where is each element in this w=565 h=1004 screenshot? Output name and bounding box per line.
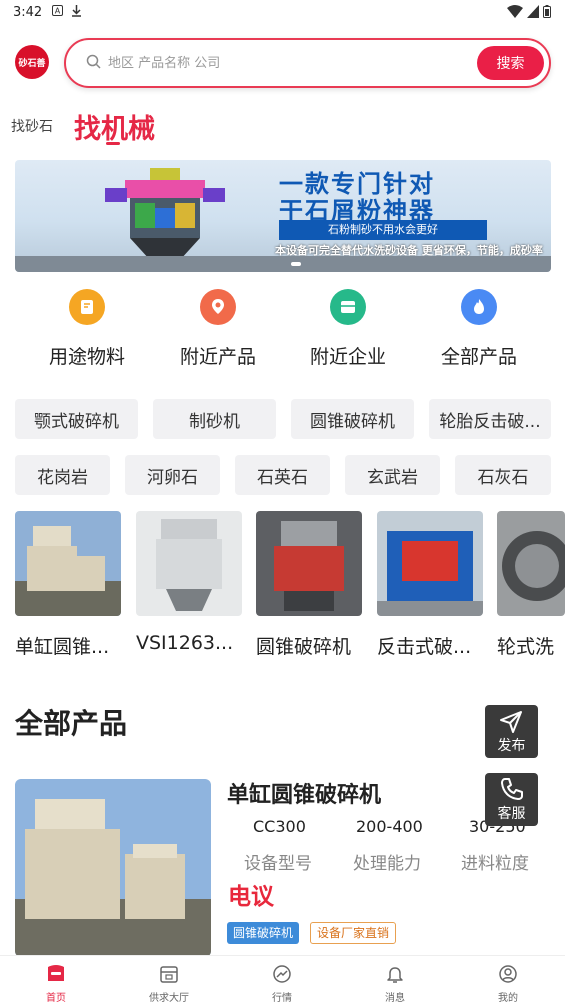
svg-text:A: A [55,7,61,16]
listing-tag-category: 圆锥破碎机 [227,922,300,944]
user-icon [468,963,548,985]
nav-home[interactable]: 首页 [16,963,96,1004]
product-card[interactable]: 圆锥破碎机 [256,511,362,659]
chip-sand-maker[interactable]: 制砂机 [153,399,276,439]
chip-limestone[interactable]: 石灰石 [455,455,551,495]
storefront-icon [129,963,209,985]
chip-tire-impact-crusher[interactable]: 轮胎反击破... [429,399,551,439]
banner-machine-image [105,168,225,260]
category-usage-materials[interactable]: 用途物料 [37,289,137,369]
search-bar[interactable]: 搜索 [64,38,551,88]
chip-quartz[interactable]: 石英石 [235,455,330,495]
spec-value-model: CC300 [253,817,306,836]
section-title-all-products: 全部产品 [15,707,128,740]
download-icon [71,5,82,20]
tab-indicator [106,142,120,145]
product-thumbnail [136,511,242,616]
listing-title[interactable]: 单缸圆锥破碎机 [227,777,381,809]
notification-a-icon: A [52,5,63,19]
product-card[interactable]: 单缸圆锥... [15,511,121,659]
bottom-navigation: 首页 供求大厅 行情 消息 我的 [0,955,565,1004]
spec-label-capacity: 处理能力 [353,854,421,874]
nav-supply-demand-hall[interactable]: 供求大厅 [129,963,209,1004]
banner-road [15,256,551,272]
chip-granite[interactable]: 花岗岩 [15,455,110,495]
listing-image[interactable] [15,779,211,957]
customer-service-button[interactable]: 客服 [485,773,538,826]
product-thumbnail [497,511,565,616]
location-pin-icon [200,289,236,325]
nav-profile[interactable]: 我的 [468,963,548,1004]
tab-find-sand[interactable]: 找砂石 [11,116,53,136]
chip-basalt[interactable]: 玄武岩 [345,455,440,495]
tab-find-machine[interactable]: 找机械 [74,107,155,146]
status-time: 3:42 [13,5,43,20]
bell-icon [355,963,435,985]
search-button[interactable]: 搜索 [477,46,544,80]
home-icon [16,963,96,985]
nav-messages[interactable]: 消息 [355,963,435,1004]
wifi-icon [507,5,523,21]
chip-cone-crusher[interactable]: 圆锥破碎机 [291,399,414,439]
status-bar: 3:42 A [0,0,565,26]
spec-label-model: 设备型号 [244,854,312,874]
banner-subtitle: 石粉制砂不用水会更好 [279,220,487,240]
trend-chart-icon [242,963,322,985]
signal-icon [527,5,539,21]
product-thumbnail [256,511,362,616]
spec-value-capacity: 200-400 [356,817,423,836]
store-icon [330,289,366,325]
chip-river-pebble[interactable]: 河卵石 [125,455,220,495]
promo-banner[interactable]: 一款专门针对 干石屑粉神器 石粉制砂不用水会更好 本设备可完全替代水洗砂设备 更… [15,160,551,272]
spec-label-feed-size: 进料粒度 [461,854,529,874]
listing-price: 电议 [228,884,274,910]
product-card[interactable]: VSI1263... [136,511,242,654]
app-logo[interactable]: 砂石善 [15,45,49,79]
nav-market[interactable]: 行情 [242,963,322,1004]
chip-jaw-crusher[interactable]: 颚式破碎机 [15,399,138,439]
product-thumbnail [15,511,121,616]
document-icon [69,289,105,325]
category-nearby-companies[interactable]: 附近企业 [298,289,398,369]
search-icon [86,54,101,73]
product-card[interactable]: 反击式破... [377,511,483,659]
category-nearby-products[interactable]: 附近产品 [168,289,268,369]
banner-pager-dot [291,262,301,266]
product-thumbnail [377,511,483,616]
phone-icon [499,776,525,806]
category-all-products[interactable]: 全部产品 [429,289,529,369]
search-input[interactable] [108,52,428,74]
product-card[interactable]: 轮式洗 [497,511,565,659]
battery-icon [543,5,551,21]
publish-button[interactable]: 发布 [485,705,538,758]
fire-icon [461,289,497,325]
listing-tag-direct-sale: 设备厂家直销 [310,922,397,944]
